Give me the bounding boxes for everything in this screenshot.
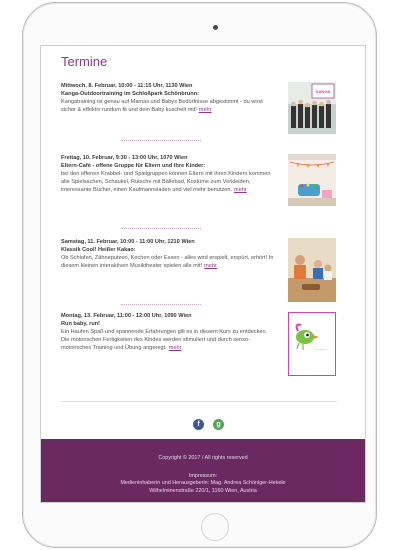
event-image[interactable] bbox=[288, 238, 336, 302]
event-text: Mittwoch, 8. Februar, 10:00 - 11:15 Uhr,… bbox=[61, 82, 276, 114]
facebook-icon[interactable]: f bbox=[193, 419, 204, 430]
more-link[interactable]: mehr bbox=[199, 107, 212, 113]
event-description: Kangatraining ist genau auf Mamas und Ba… bbox=[61, 98, 276, 114]
camera-dot bbox=[213, 25, 218, 30]
event-title: Klassik Cool! Heißer Kakao: bbox=[61, 247, 136, 253]
copyright-text: Copyright © 2017 / All rights reserved bbox=[158, 455, 248, 461]
footer: Copyright © 2017 / All rights reserved I… bbox=[41, 439, 365, 502]
more-link[interactable]: mehr bbox=[234, 187, 247, 193]
event-text: Freitag, 10. Februar, 9:30 - 13:00 Uhr, … bbox=[61, 154, 276, 194]
event-image[interactable] bbox=[288, 154, 336, 206]
event-description: Ob Schlafen, Zähneputzen, Kochen oder Es… bbox=[61, 254, 276, 270]
event-description-text: Ob Schlafen, Zähneputzen, Kochen oder Es… bbox=[61, 255, 274, 269]
event-description: Ein Haufen Spaß und spannende Erfahrunge… bbox=[61, 328, 276, 352]
event-date: Mittwoch, 8. Februar, 10:00 - 11:15 Uhr,… bbox=[61, 83, 193, 89]
event-title: Run baby, run! bbox=[61, 321, 101, 327]
page-title: Termine bbox=[61, 54, 108, 69]
event-image[interactable]: ~~~~~ bbox=[288, 312, 336, 376]
event-title: Kanga-Outdoortraining im Schloßpark Schö… bbox=[61, 91, 199, 97]
event-text: Samstag, 11. Februar, 10:00 - 11:00 Uhr,… bbox=[61, 238, 276, 270]
more-link[interactable]: mehr bbox=[169, 345, 182, 351]
google-icon[interactable]: g bbox=[213, 419, 224, 430]
impressum-heading: Impressum: bbox=[188, 472, 218, 479]
separator-dots bbox=[121, 304, 201, 305]
more-link[interactable]: mehr bbox=[204, 263, 217, 269]
event-date: Freitag, 10. Februar, 9:30 - 13:00 Uhr, … bbox=[61, 155, 188, 161]
event-date: Samstag, 11. Februar, 10:00 - 11:00 Uhr,… bbox=[61, 239, 195, 245]
event-description-text: Ein Haufen Spaß und spannende Erfahrunge… bbox=[61, 329, 268, 351]
facebook-glyph: f bbox=[197, 421, 200, 428]
svg-text:KANGA: KANGA bbox=[316, 89, 331, 94]
event-image[interactable]: KANGA bbox=[288, 82, 336, 134]
svg-text:~~~~~: ~~~~~ bbox=[314, 347, 326, 352]
home-button[interactable] bbox=[201, 513, 229, 541]
event-text: Montag, 13. Februar, 11:00 - 12:00 Uhr, … bbox=[61, 312, 276, 352]
content-divider bbox=[61, 401, 337, 402]
email-screen: Termine Mittwoch, 8. Februar, 10:00 - 11… bbox=[40, 45, 366, 503]
event-description-text: Kangatraining ist genau auf Mamas und Ba… bbox=[61, 99, 263, 113]
address-text: Wilhelminenstraße 220/1, 1160 Wien, Aust… bbox=[149, 487, 257, 494]
event-title: Eltern-Café - offene Gruppe für Eltern u… bbox=[61, 163, 206, 169]
event-description: bei den offenen Krabbel- und Spielgruppe… bbox=[61, 170, 276, 194]
separator-dots bbox=[121, 228, 201, 229]
google-glyph: g bbox=[216, 421, 221, 428]
event-date: Montag, 13. Februar, 11:00 - 12:00 Uhr, … bbox=[61, 313, 192, 319]
separator-dots bbox=[121, 140, 201, 141]
publisher-text: Medieninhaberin und Herausgeberin: Mag. … bbox=[120, 480, 286, 486]
